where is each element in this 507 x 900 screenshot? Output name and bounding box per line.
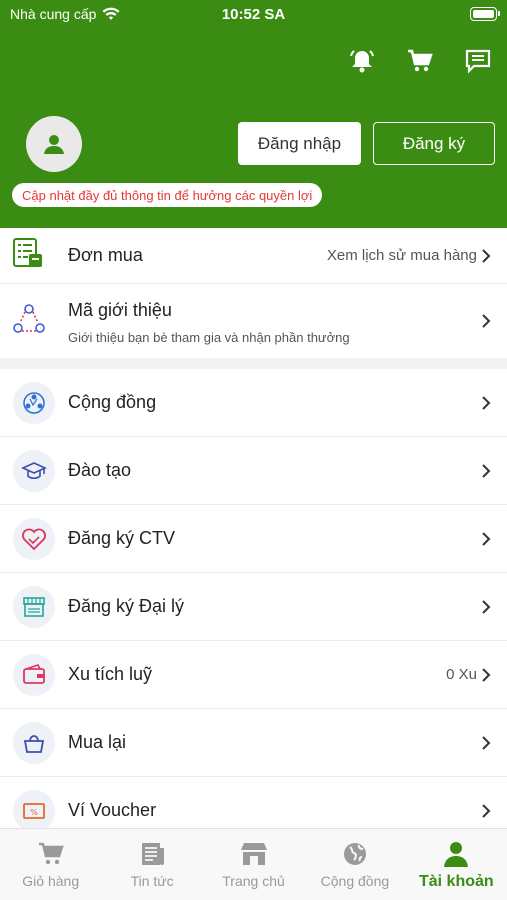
tab-community[interactable]: Cộng đồng (304, 829, 405, 900)
menu-item-label: Cộng đồng (68, 392, 157, 412)
menu-item-label: Đào tạo (68, 460, 132, 480)
chevron-right-icon (481, 313, 493, 329)
menu-item-label: Ví Voucher (68, 800, 157, 820)
person-icon (444, 842, 469, 867)
chevron-right-icon (481, 735, 493, 751)
tab-label: Cộng đồng (320, 873, 390, 889)
menu-item-coins[interactable]: Xu tích luỹ 0 Xu (0, 641, 507, 709)
orders-row[interactable]: Đơn mua Xem lịch sử mua hàng (0, 228, 507, 284)
chevron-right-icon (481, 248, 493, 264)
chevron-right-icon (481, 395, 493, 411)
tab-label: Tin tức (130, 873, 174, 889)
community-icon (13, 381, 55, 424)
menu-item-rebuy[interactable]: Mua lại (0, 709, 507, 777)
menu-item-label: Đăng ký CTV (68, 528, 176, 548)
referral-subtitle: Giới thiệu bạn bè tham gia và nhận phần … (68, 330, 350, 345)
cart-icon (38, 842, 64, 865)
orders-card: Đơn mua Xem lịch sử mua hàng Mã giới thi… (0, 228, 507, 358)
referral-row[interactable]: Mã giới thiệu Giới thiệu bạn bè tham gia… (0, 284, 507, 358)
tab-account[interactable]: Tài khoản (406, 829, 507, 900)
chevron-right-icon (481, 463, 493, 479)
coin-balance: 0 Xu (446, 666, 477, 683)
account-menu: Cộng đồng Đào tạo Đăng ký CTV Đăng ký Đạ… (0, 369, 507, 845)
tab-news[interactable]: Tin tức (101, 829, 202, 900)
chevron-right-icon (481, 531, 493, 547)
tab-label: Trang chủ (222, 873, 285, 889)
menu-item-label: Mua lại (68, 732, 127, 752)
chevron-right-icon (481, 803, 493, 819)
profile-update-notice[interactable]: Cập nhật đầy đủ thông tin để hưởng các q… (12, 183, 323, 207)
status-time: 10:52 SA (221, 6, 286, 23)
chevron-right-icon (481, 667, 493, 683)
svg-text:%: % (30, 808, 38, 817)
status-bar: Nhà cung cấp 10:52 SA (0, 0, 507, 30)
referral-network-icon (12, 302, 46, 341)
graduation-cap-icon (13, 449, 55, 492)
login-button[interactable]: Đăng nhập (238, 122, 361, 165)
menu-item-label: Xu tích luỹ (68, 664, 153, 684)
bag-icon (13, 721, 55, 764)
wallet-icon (13, 653, 55, 696)
referral-label: Mã giới thiệu (68, 300, 172, 320)
header-actions (347, 46, 493, 76)
menu-item-community[interactable]: Cộng đồng (0, 369, 507, 437)
menu-item-label: Đăng ký Đại lý (68, 596, 185, 616)
store-icon (13, 585, 55, 628)
bottom-tab-bar: Giỏ hàng Tin tức Trang chủ Cộng đồng Tài… (0, 828, 507, 900)
chevron-right-icon (481, 599, 493, 615)
register-button[interactable]: Đăng ký (373, 122, 495, 165)
order-list-icon (12, 237, 44, 274)
menu-item-register-ctv[interactable]: Đăng ký CTV (0, 505, 507, 573)
message-icon[interactable] (463, 46, 493, 76)
account-header: Nhà cung cấp 10:52 SA Đăng nhập Đăng ký … (0, 0, 507, 228)
tab-cart[interactable]: Giỏ hàng (0, 829, 101, 900)
order-history-link[interactable]: Xem lịch sử mua hàng (327, 247, 477, 264)
tab-label: Giỏ hàng (22, 873, 80, 889)
orders-label: Đơn mua (68, 245, 143, 265)
news-icon (142, 843, 165, 865)
handshake-heart-icon (13, 517, 55, 560)
globe-icon (343, 843, 366, 865)
tab-home[interactable]: Trang chủ (203, 829, 304, 900)
voucher-icon: % (13, 789, 55, 832)
avatar[interactable] (26, 116, 82, 172)
store-icon (240, 843, 267, 865)
menu-item-training[interactable]: Đào tạo (0, 437, 507, 505)
bell-icon[interactable] (347, 46, 377, 76)
tab-label: Tài khoản (418, 873, 494, 890)
person-icon (44, 135, 64, 154)
battery-icon (470, 7, 500, 21)
cart-icon[interactable] (405, 46, 435, 76)
menu-item-register-agent[interactable]: Đăng ký Đại lý (0, 573, 507, 641)
